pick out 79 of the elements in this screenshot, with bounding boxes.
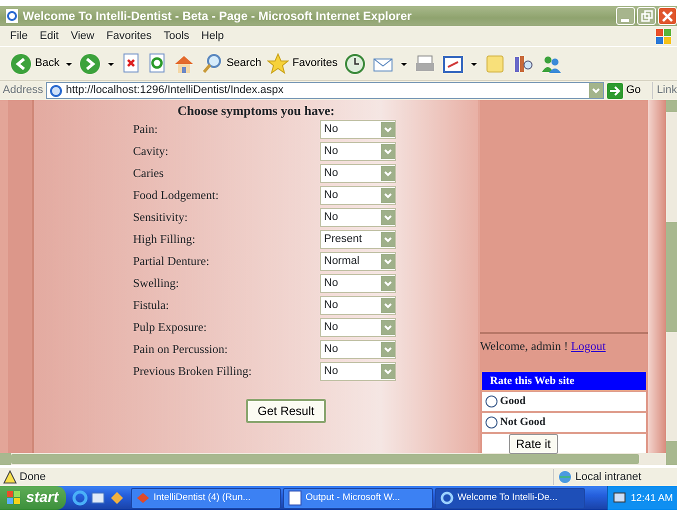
links-label[interactable]: Link bbox=[652, 82, 677, 99]
warning-page-icon bbox=[2, 470, 17, 484]
menu-item[interactable]: File bbox=[4, 28, 34, 44]
ie-page-icon bbox=[48, 84, 63, 98]
symptom-label: Caries bbox=[133, 165, 165, 182]
globe-icon bbox=[558, 470, 572, 484]
symptom-label: High Filling: bbox=[133, 231, 196, 248]
ie-page-icon bbox=[438, 490, 454, 506]
dropdown[interactable]: No bbox=[320, 274, 396, 292]
dropdown[interactable]: No bbox=[320, 186, 396, 204]
status-text: Done bbox=[20, 470, 46, 485]
back-arrow-button[interactable]: Back bbox=[10, 52, 60, 74]
dropdown[interactable]: No bbox=[320, 120, 396, 138]
symptom-label: Pulp Exposure: bbox=[133, 319, 208, 336]
logout-link[interactable]: Logout bbox=[571, 339, 606, 353]
dropdown[interactable]: No bbox=[320, 164, 396, 182]
zone-text: Local intranet bbox=[575, 470, 642, 485]
symptom-label: Pain: bbox=[133, 121, 159, 138]
star-icon bbox=[267, 52, 290, 74]
windows-flag-icon bbox=[6, 490, 22, 506]
search-icon bbox=[201, 52, 224, 74]
dropdown[interactable]: No bbox=[320, 296, 396, 314]
clock-icon bbox=[344, 52, 366, 74]
stop-icon bbox=[121, 52, 142, 74]
menu-item[interactable]: Favorites bbox=[100, 28, 158, 44]
radio-button[interactable] bbox=[485, 395, 498, 408]
taskbar-button[interactable]: IntelliDentist (4) (Run... bbox=[130, 488, 280, 508]
dropdown[interactable]: Normal bbox=[320, 252, 396, 270]
document-icon bbox=[286, 490, 302, 506]
windows-flag-icon bbox=[653, 27, 673, 45]
clock-button[interactable] bbox=[344, 52, 366, 74]
note-icon bbox=[484, 52, 506, 74]
search-button[interactable]: Search bbox=[201, 52, 262, 74]
stop-button[interactable] bbox=[121, 52, 142, 74]
taskbar-button[interactable]: Output - Microsoft W... bbox=[282, 488, 432, 508]
forward-arrow-button[interactable] bbox=[79, 52, 102, 74]
refresh-icon bbox=[147, 52, 168, 74]
dropdown[interactable]: No bbox=[320, 362, 396, 380]
rating-title: Rate this Web site bbox=[482, 372, 646, 390]
arrow-icon bbox=[607, 82, 624, 98]
symptom-label: Previous Broken Filling: bbox=[133, 363, 253, 380]
symptom-label: Sensitivity: bbox=[133, 209, 189, 226]
dropdown[interactable]: No bbox=[320, 340, 396, 358]
dropdown[interactable]: Present bbox=[320, 230, 396, 248]
mail-icon[interactable] bbox=[90, 490, 106, 506]
menu-item[interactable]: View bbox=[64, 28, 100, 44]
rate-it-button[interactable]: Rate it bbox=[509, 434, 558, 454]
clock-text: 12:41 AM bbox=[630, 492, 673, 506]
welcome-text: Welcome, admin ! bbox=[480, 339, 570, 353]
taskbar-button[interactable]: Welcome To Intelli-De... bbox=[434, 488, 584, 508]
address-field[interactable]: http://localhost:1296/IntelliDentist/Index.aspx bbox=[46, 82, 604, 99]
horizontal-scrollbar[interactable] bbox=[0, 453, 677, 465]
app-icon bbox=[134, 490, 150, 506]
refresh-button[interactable] bbox=[147, 52, 168, 74]
menu-item[interactable]: Help bbox=[195, 28, 230, 44]
window-title: Welcome To Intelli-Dentist - Beta - Page - Microsoft Internet Explorer bbox=[22, 8, 413, 25]
symptom-label: Cavity: bbox=[133, 143, 170, 160]
radio-label: Good bbox=[500, 394, 526, 410]
dropdown[interactable]: No bbox=[320, 318, 396, 336]
menu-item[interactable]: Tools bbox=[158, 28, 196, 44]
menu-item[interactable]: Edit bbox=[34, 28, 65, 44]
form-heading: Choose symptoms you have: bbox=[176, 102, 336, 118]
ie-icon[interactable] bbox=[72, 490, 88, 506]
symptom-label: Pain on Percussion: bbox=[133, 341, 229, 358]
symptom-label: Fistula: bbox=[133, 297, 170, 314]
get-result-button[interactable]: Get Result bbox=[246, 399, 326, 423]
radio-label: Not Good bbox=[500, 415, 546, 430]
radio-button[interactable] bbox=[485, 416, 498, 429]
vertical-scrollbar[interactable] bbox=[666, 100, 677, 453]
go-button[interactable]: Go bbox=[607, 82, 641, 99]
symptom-label: Partial Denture: bbox=[133, 253, 210, 270]
dropdown[interactable]: No bbox=[320, 142, 396, 160]
star-button[interactable]: Favorites bbox=[267, 52, 338, 74]
symptom-label: Swelling: bbox=[133, 275, 180, 292]
dropdown[interactable]: No bbox=[320, 208, 396, 226]
ie-page-icon bbox=[4, 8, 20, 24]
symptom-label: Food Lodgement: bbox=[133, 187, 220, 204]
address-label: Address bbox=[2, 83, 44, 98]
media-icon[interactable] bbox=[109, 490, 125, 506]
